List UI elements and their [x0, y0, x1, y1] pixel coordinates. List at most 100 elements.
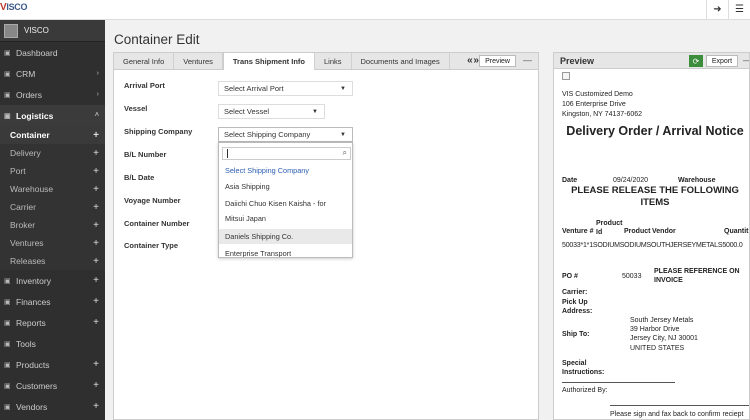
- plus-icon[interactable]: +: [93, 238, 99, 249]
- dropdown-search-input[interactable]: ⌕: [222, 147, 351, 160]
- app-logo[interactable]: VISCO: [0, 2, 34, 16]
- col-quantity: Quantit: [724, 228, 749, 235]
- sidebar-item-customers[interactable]: ▣ Customers +: [0, 375, 105, 396]
- top-icons: ➜ ☰: [706, 0, 750, 19]
- tab-ventures[interactable]: Ventures: [174, 53, 223, 69]
- sidebar-item-crm[interactable]: ▣ CRM ›: [0, 63, 105, 84]
- plus-icon[interactable]: +: [93, 202, 99, 213]
- plus-icon[interactable]: +: [93, 317, 99, 328]
- arrival-port-select[interactable]: Select Arrival Port ▼: [218, 81, 353, 96]
- tab-scroll-icon[interactable]: « »: [467, 55, 479, 66]
- plus-icon[interactable]: +: [93, 296, 99, 307]
- col-product-id-2: Id: [596, 229, 603, 236]
- container-number-label: Container Number: [124, 219, 190, 228]
- chevron-right-icon: ›: [96, 91, 99, 98]
- sidebar-item-inventory[interactable]: ▣ Inventory +: [0, 270, 105, 291]
- tab-links[interactable]: Links: [315, 53, 352, 69]
- sidebar-item-logistics[interactable]: ▣ Logistics ˄: [0, 105, 105, 126]
- release-heading: PLEASE RELEASE THE FOLLOWING ITEMS: [571, 185, 739, 208]
- dropdown-option[interactable]: Select Shipping Company: [219, 163, 352, 178]
- plus-icon[interactable]: +: [93, 148, 99, 159]
- text-caret: [227, 149, 228, 158]
- tab-documents-and-images[interactable]: Documents and Images: [352, 53, 450, 69]
- vessel-select[interactable]: Select Vessel ▼: [218, 104, 325, 119]
- minimize-icon[interactable]: —: [743, 55, 749, 65]
- chevron-down-icon: ▼: [340, 85, 346, 92]
- col-product: Product: [624, 228, 651, 235]
- sidebar-item-products[interactable]: ▣ Products +: [0, 354, 105, 375]
- inventory-icon: ▣: [4, 277, 11, 285]
- export-button[interactable]: Export: [706, 55, 738, 67]
- dropdown-option[interactable]: Daiichi Chuo Kisen Kaisha - for: [219, 196, 352, 211]
- sidebar-sub-port[interactable]: Port +: [0, 162, 105, 180]
- reports-icon: ▣: [4, 319, 11, 327]
- shipping-company-select[interactable]: Select Shipping Company ▼: [218, 127, 353, 142]
- company-name: VIS Customized Demo: [562, 91, 633, 98]
- col-vendor: Vendor: [652, 228, 676, 235]
- avatar: [4, 23, 18, 38]
- sidebar-sub-releases[interactable]: Releases +: [0, 252, 105, 270]
- col-product-id-1: Product: [596, 220, 623, 227]
- sidebar-sub-ventures[interactable]: Ventures +: [0, 234, 105, 252]
- tab-bar: General Info Ventures Trans Shipment Inf…: [114, 53, 538, 70]
- sidebar-sub-carrier[interactable]: Carrier +: [0, 198, 105, 216]
- chevron-up-icon: ˄: [94, 112, 99, 119]
- sidebar-item-vendors[interactable]: ▣ Vendors +: [0, 396, 105, 417]
- sidebar-item-orders[interactable]: ▣ Orders ›: [0, 84, 105, 105]
- vendors-icon: ▣: [4, 403, 11, 411]
- pickup-label-2: Address:: [562, 308, 593, 315]
- special-instructions-2: Instructions:: [562, 369, 605, 376]
- minimize-icon[interactable]: —: [523, 55, 532, 65]
- po-label: PO #: [562, 273, 578, 280]
- footer-note: Please sign and fax back to confirm reci…: [610, 411, 744, 418]
- plus-icon[interactable]: +: [93, 256, 99, 267]
- sidebar-sub-container[interactable]: Container +: [0, 126, 105, 144]
- plus-icon[interactable]: +: [93, 359, 99, 370]
- dropdown-option[interactable]: Mitsui Japan: [219, 211, 352, 226]
- dashboard-icon: ▣: [4, 49, 11, 57]
- top-bar: VISCO ➜ ☰: [0, 0, 750, 20]
- voyage-number-label: Voyage Number: [124, 196, 181, 205]
- customers-icon: ▣: [4, 382, 11, 390]
- dropdown-option-highlighted[interactable]: Daniels Shipping Co.: [219, 229, 352, 244]
- plus-icon[interactable]: +: [93, 184, 99, 195]
- plus-icon[interactable]: +: [93, 380, 99, 391]
- bl-number-label: B/L Number: [124, 150, 167, 159]
- sidebar-sub-warehouse[interactable]: Warehouse +: [0, 180, 105, 198]
- logistics-icon: ▣: [4, 112, 11, 120]
- preview-title: Preview: [560, 56, 595, 66]
- chevron-right-icon: ›: [96, 70, 99, 77]
- search-icon: ⌕: [342, 148, 347, 157]
- document-heading: Delivery Order / Arrival Notice: [566, 124, 744, 138]
- authorized-by-label: Authorized By:: [562, 387, 608, 394]
- tab-trans-shipment-info[interactable]: Trans Shipment Info: [222, 53, 315, 70]
- dropdown-option[interactable]: Enterprise Transport: [219, 246, 352, 257]
- sidebar-item-tools[interactable]: ▣ Tools: [0, 333, 105, 354]
- sidebar-item-finances[interactable]: ▣ Finances +: [0, 291, 105, 312]
- tab-general-info[interactable]: General Info: [114, 53, 175, 69]
- plus-icon[interactable]: +: [93, 220, 99, 231]
- plus-icon[interactable]: +: [93, 275, 99, 286]
- orders-icon: ▣: [4, 91, 11, 99]
- company-address-2: Kingston, NY 74137-6062: [562, 111, 643, 118]
- sidebar-item-reports[interactable]: ▣ Reports +: [0, 312, 105, 333]
- chevron-down-icon: ▼: [312, 108, 318, 115]
- ship-to-line-3: Jersey City, NJ 30001: [630, 335, 698, 342]
- preview-button[interactable]: Preview: [479, 55, 516, 67]
- plus-icon[interactable]: +: [93, 130, 99, 141]
- date-value: 09/24/2020: [613, 177, 649, 184]
- sidebar-item-dashboard[interactable]: ▣ Dashboard: [0, 42, 105, 63]
- refresh-icon[interactable]: ⟳: [689, 55, 703, 67]
- container-type-label: Container Type: [124, 241, 179, 250]
- col-venture: Venture #: [562, 228, 594, 235]
- dropdown-option[interactable]: Asia Shipping: [219, 179, 352, 194]
- plus-icon[interactable]: +: [93, 401, 99, 412]
- products-icon: ▣: [4, 361, 11, 369]
- sidebar-sub-delivery[interactable]: Delivery +: [0, 144, 105, 162]
- sidebar-sub-broker[interactable]: Broker +: [0, 216, 105, 234]
- menu-icon[interactable]: ☰: [728, 0, 750, 19]
- plus-icon[interactable]: +: [93, 166, 99, 177]
- sidebar-user[interactable]: VISCO: [0, 20, 105, 42]
- tools-icon: ▣: [4, 340, 11, 348]
- logout-icon[interactable]: ➜: [706, 0, 728, 19]
